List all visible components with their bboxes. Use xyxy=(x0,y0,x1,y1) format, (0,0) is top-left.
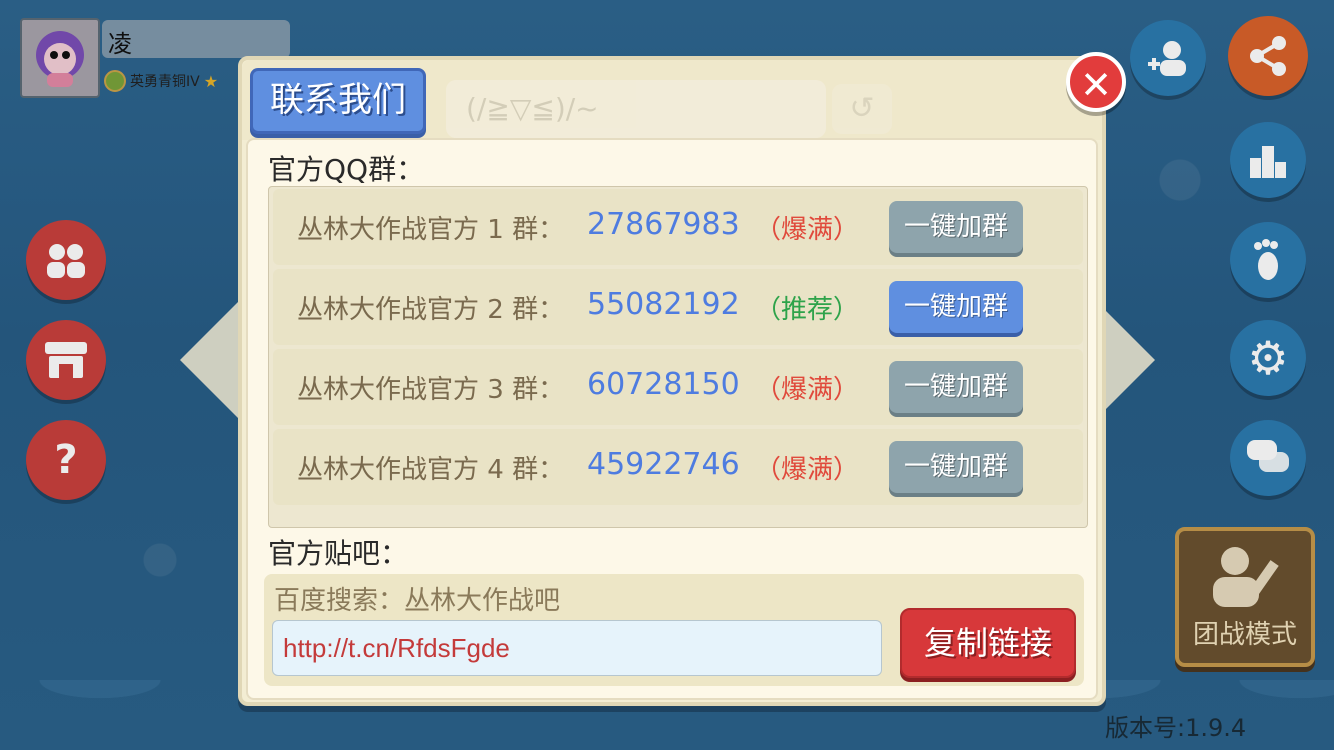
link-field[interactable]: http://t.cn/RfdsFgde xyxy=(272,620,882,676)
background-text-input: (/≧▽≦)/~ xyxy=(446,80,826,138)
join-group-button-3[interactable]: 一键加群 xyxy=(889,361,1023,413)
qq-group-label: 丛林大作战官方 2 群： xyxy=(297,295,565,325)
tieba-hint: 百度搜索：丛林大作战吧 xyxy=(274,586,561,616)
tieba-section-label: 官方贴吧： xyxy=(268,537,409,570)
dialog-content: 官方QQ群： 丛林大作战官方 1 群： 27867983 （爆满） 一键加群 丛… xyxy=(246,138,1098,700)
qq-group-label: 丛林大作战官方 3 群： xyxy=(297,375,565,405)
close-button[interactable]: ✕ xyxy=(1066,52,1126,112)
qq-group-number: 27867983 xyxy=(587,207,740,242)
qq-group-number: 60728150 xyxy=(587,367,740,402)
qq-group-label: 丛林大作战官方 4 群： xyxy=(297,455,565,485)
qq-group-number: 55082192 xyxy=(587,287,740,322)
qq-group-label: 丛林大作战官方 1 群： xyxy=(297,215,565,245)
qq-group-row-2: 丛林大作战官方 2 群： 55082192 （推荐） 一键加群 xyxy=(273,269,1083,345)
qq-group-status: （爆满） xyxy=(755,375,860,405)
close-icon: ✕ xyxy=(1080,63,1112,107)
qq-group-number: 45922746 xyxy=(587,447,740,482)
undo-icon: ↺ xyxy=(832,84,892,134)
qq-group-row-1: 丛林大作战官方 1 群： 27867983 （爆满） 一键加群 xyxy=(273,189,1083,265)
join-group-button-4[interactable]: 一键加群 xyxy=(889,441,1023,493)
qq-group-status: （爆满） xyxy=(755,215,860,245)
dialog-title: 联系我们 xyxy=(250,68,426,134)
qq-group-row-4: 丛林大作战官方 4 群： 45922746 （爆满） 一键加群 xyxy=(273,429,1083,505)
qq-group-list[interactable]: 丛林大作战官方 1 群： 27867983 （爆满） 一键加群 丛林大作战官方 … xyxy=(268,186,1088,528)
contact-us-dialog: (/≧▽≦)/~ ↺ 联系我们 ✕ 官方QQ群： 丛林大作战官方 1 群： 27… xyxy=(238,52,1126,706)
copy-link-button[interactable]: 复制链接 xyxy=(900,608,1076,678)
qq-group-status: （推荐） xyxy=(755,295,860,325)
qq-group-status: （爆满） xyxy=(755,455,860,485)
tieba-box: 百度搜索：丛林大作战吧 http://t.cn/RfdsFgde 复制链接 xyxy=(264,574,1084,686)
join-group-button-2[interactable]: 一键加群 xyxy=(889,281,1023,333)
qq-group-row-3: 丛林大作战官方 3 群： 60728150 （爆满） 一键加群 xyxy=(273,349,1083,425)
qq-section-label: 官方QQ群： xyxy=(268,153,425,186)
join-group-button-1[interactable]: 一键加群 xyxy=(889,201,1023,253)
